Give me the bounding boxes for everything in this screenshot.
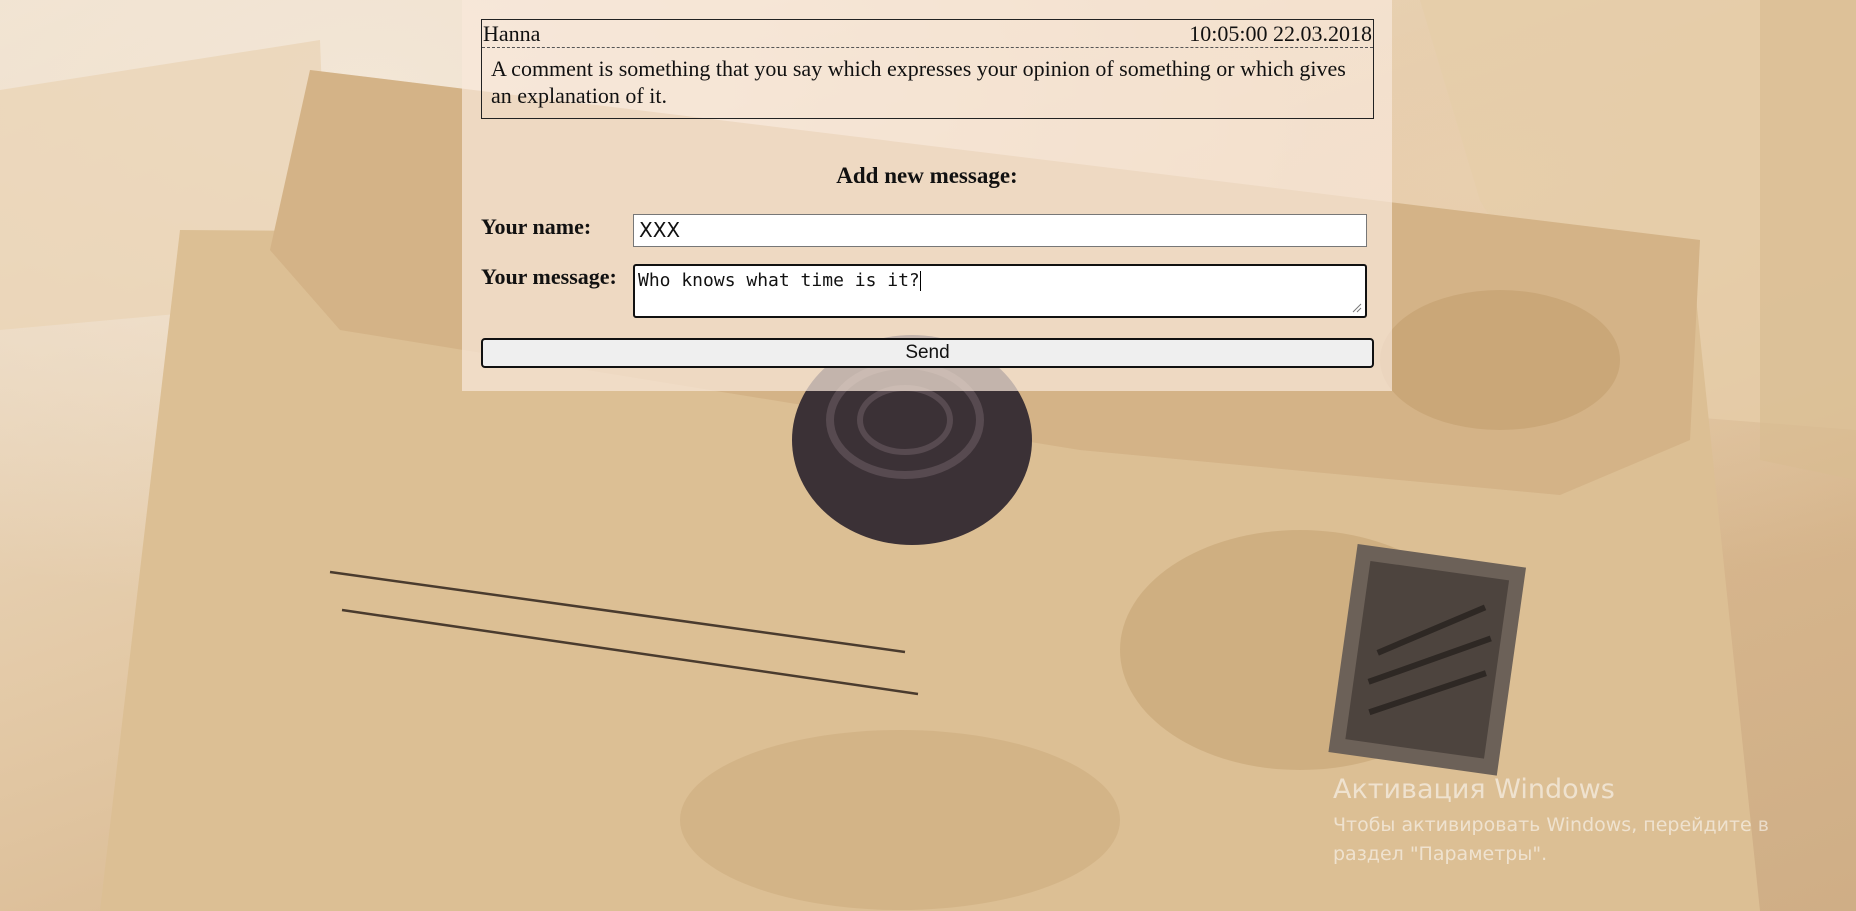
comment-author: Hanna: [483, 20, 541, 46]
comment-text: A comment is something that you say whic…: [491, 56, 1346, 108]
form-title: Add new message:: [836, 163, 1018, 188]
name-input-value: XXX: [639, 218, 681, 242]
send-button[interactable]: Send: [481, 338, 1374, 368]
message-textarea[interactable]: Who knows what time is it?: [633, 264, 1367, 318]
watermark-title: Активация Windows: [1333, 774, 1615, 805]
watermark-line-2: раздел "Параметры".: [1333, 843, 1548, 865]
message-textarea-value: Who knows what time is it?: [638, 270, 920, 291]
name-input[interactable]: XXX: [633, 214, 1367, 247]
comment-header: Hanna 10:05:00 22.03.2018: [482, 20, 1373, 48]
message-label: Your message:: [481, 264, 617, 289]
guestbook-panel: Hanna 10:05:00 22.03.2018 A comment is s…: [462, 0, 1392, 391]
resize-handle-icon[interactable]: [1352, 303, 1362, 313]
text-caret: [919, 271, 921, 291]
comment-card: Hanna 10:05:00 22.03.2018 A comment is s…: [481, 19, 1374, 119]
windows-activation-watermark: Активация Windows Чтобы активировать Win…: [1333, 773, 1769, 869]
watermark-line-1: Чтобы активировать Windows, перейдите в: [1333, 814, 1769, 836]
name-label: Your name:: [481, 214, 592, 239]
comment-datetime: 10:05:00 22.03.2018: [1189, 20, 1372, 46]
